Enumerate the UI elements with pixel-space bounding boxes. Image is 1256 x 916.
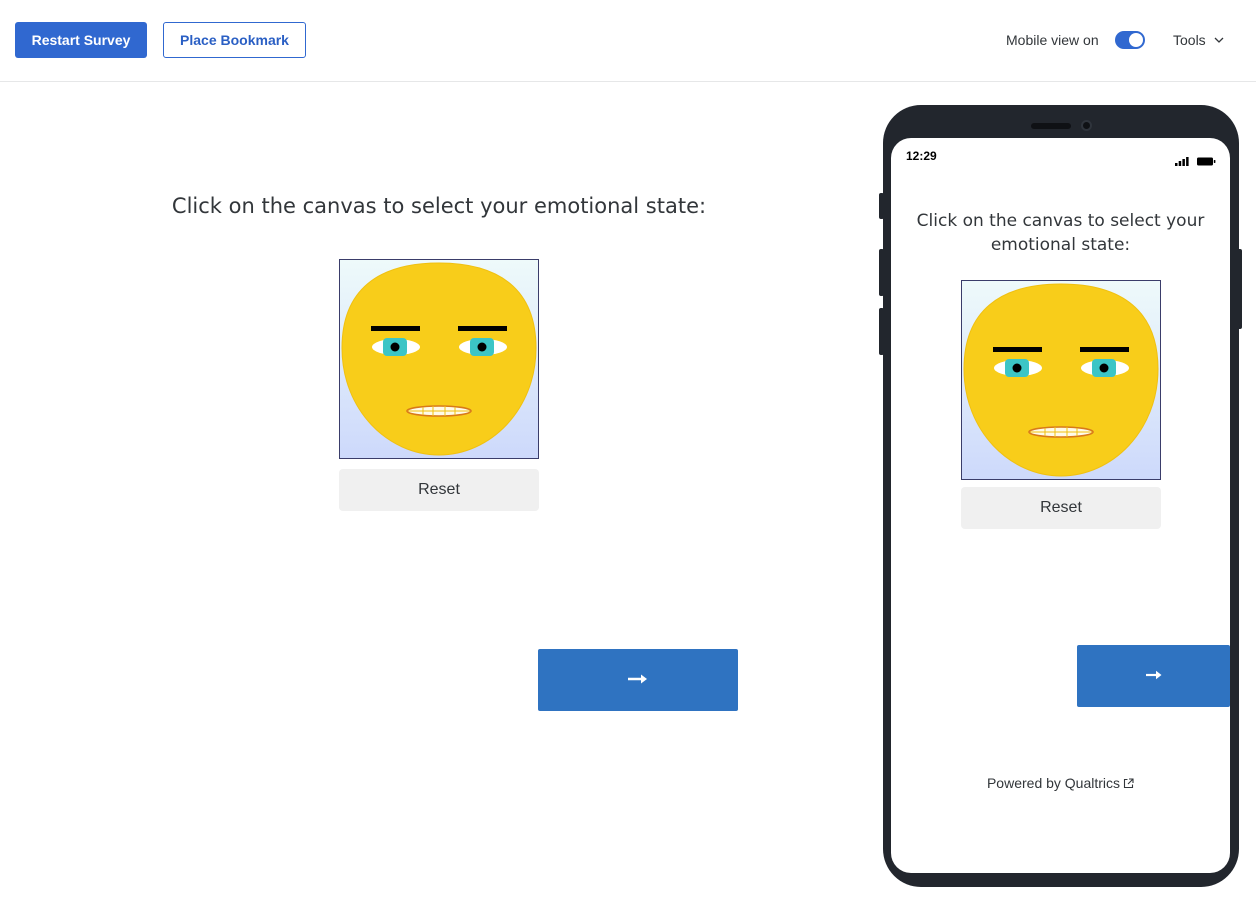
restart-survey-button[interactable]: Restart Survey (15, 22, 147, 58)
right-pupil (1099, 363, 1109, 373)
emotion-face-canvas[interactable] (339, 259, 539, 459)
mobile-next-button[interactable] (1077, 645, 1230, 707)
mobile-preview-frame: 12:29 Click on the canvas to select your… (883, 105, 1239, 887)
left-pupil (390, 342, 400, 352)
face-drawing (341, 262, 537, 456)
place-bookmark-button[interactable]: Place Bookmark (163, 22, 306, 58)
left-eyebrow (371, 326, 420, 331)
battery-icon (1197, 151, 1216, 170)
powered-by-link[interactable]: Powered by Qualtrics (891, 775, 1230, 792)
question-text: Click on the canvas to select your emoti… (171, 194, 707, 218)
top-toolbar: Restart Survey Place Bookmark Mobile vie… (0, 0, 1256, 82)
status-time: 12:29 (906, 149, 937, 163)
face-shape (341, 262, 537, 456)
face-shape (963, 283, 1159, 477)
right-eyebrow (1080, 347, 1129, 352)
signal-icon (1175, 151, 1189, 170)
powered-by-text: Powered by Qualtrics (986, 775, 1121, 791)
mouth (1028, 426, 1094, 438)
external-link-icon (1123, 776, 1134, 792)
arrow-right-icon (627, 673, 649, 688)
reset-button[interactable]: Reset (339, 469, 539, 511)
mobile-question-text: Click on the canvas to select your emoti… (916, 211, 1205, 255)
tools-menu[interactable]: Tools (1173, 31, 1224, 49)
mobile-screen: 12:29 Click on the canvas to select your… (891, 138, 1230, 873)
phone-camera (1081, 120, 1092, 131)
status-icons (1175, 151, 1216, 170)
arrow-right-icon (1145, 669, 1163, 684)
right-eyebrow (458, 326, 507, 331)
phone-speaker (1031, 123, 1071, 129)
toggle-knob (1129, 33, 1143, 47)
left-eyebrow (993, 347, 1042, 352)
mobile-view-label: Mobile view on (1006, 32, 1099, 48)
left-pupil (1012, 363, 1022, 373)
mobile-emotion-face-canvas[interactable] (961, 280, 1161, 480)
mobile-reset-button[interactable]: Reset (961, 487, 1161, 529)
mouth (406, 405, 472, 417)
mobile-view-toggle[interactable] (1115, 31, 1145, 49)
mobile-face-drawing (963, 283, 1159, 477)
tools-label: Tools (1173, 32, 1206, 48)
next-button[interactable] (538, 649, 738, 711)
right-pupil (477, 342, 487, 352)
chevron-down-icon (1214, 37, 1224, 43)
